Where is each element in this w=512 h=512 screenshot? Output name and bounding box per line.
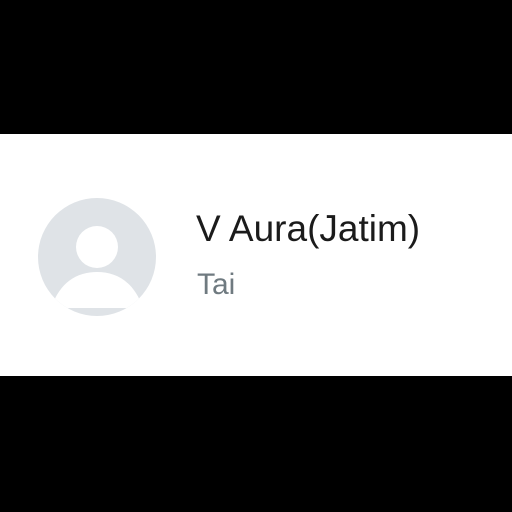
contact-card[interactable]: V Aura(Jatim) Tai <box>0 134 512 376</box>
screen: V Aura(Jatim) Tai <box>0 0 512 512</box>
avatar[interactable] <box>38 198 156 316</box>
contact-name: V Aura(Jatim) <box>196 208 421 249</box>
contact-subtitle: Tai <box>197 268 236 301</box>
default-person-avatar-icon <box>51 226 143 308</box>
